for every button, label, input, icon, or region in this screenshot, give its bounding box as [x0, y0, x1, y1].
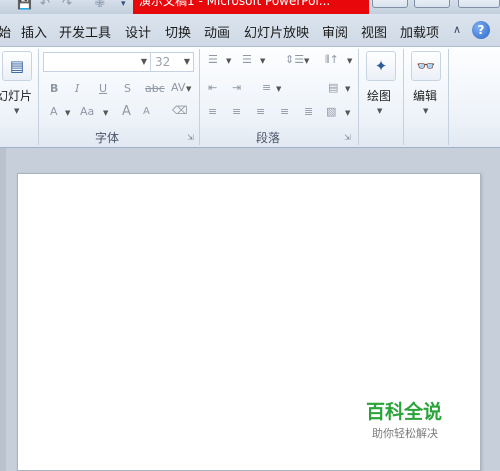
customize-qat-icon[interactable]: ▾ [121, 0, 126, 9]
chevron-down-icon[interactable]: ▼ [186, 85, 191, 93]
distributed-icon[interactable]: ≣ [304, 105, 313, 118]
character-spacing-button[interactable]: AV [171, 81, 185, 94]
editing-label[interactable]: 编辑 [413, 87, 437, 104]
clear-formatting-icon[interactable]: ⌫ [172, 104, 188, 117]
save-icon[interactable]: 💾 [17, 0, 32, 10]
undo-icon[interactable]: ↶ [40, 0, 50, 10]
smartart-icon[interactable]: ▧ [326, 105, 336, 118]
decrease-indent-icon[interactable]: ⇤ [208, 81, 217, 94]
chevron-down-icon[interactable]: ▼ [345, 85, 350, 93]
justify-icon[interactable]: ≡ [280, 105, 289, 118]
paragraph-dialog-launcher-icon[interactable]: ⇲ [344, 133, 351, 142]
align-text-icon[interactable]: ▤ [328, 81, 338, 94]
group-separator [448, 49, 449, 145]
group-separator [38, 49, 39, 145]
align-center-icon[interactable]: ≡ [232, 105, 241, 118]
italic-button[interactable]: I [75, 82, 79, 95]
watermark-title: 百科全说 [366, 401, 443, 423]
tab-view[interactable]: 视图 [361, 22, 387, 41]
tab-slide-show[interactable]: 幻灯片放映 [244, 22, 309, 41]
underline-button[interactable]: U [99, 82, 107, 95]
drawing-label[interactable]: 绘图 [367, 87, 391, 104]
repeat-icon[interactable]: ✙ [95, 0, 105, 10]
font-size-combo[interactable]: 32 ▼ [150, 52, 194, 72]
minimize-ribbon-icon[interactable]: ∧ [453, 23, 461, 36]
chevron-down-icon[interactable]: ▼ [276, 85, 281, 93]
watermark-subtitle: 助你轻松解决 [372, 427, 438, 440]
chevron-down-icon[interactable]: ▼ [226, 57, 231, 65]
font-name-combo[interactable]: ▼ [43, 52, 151, 72]
window-title: 演示文稿1 - Microsoft PowerPoi... [133, 0, 369, 14]
chevron-down-icon[interactable]: ▼ [260, 57, 265, 65]
chevron-down-icon[interactable]: ▼ [304, 57, 309, 65]
tab-animations[interactable]: 动画 [204, 22, 230, 41]
align-right-icon[interactable]: ≡ [256, 105, 265, 118]
ribbon: ▤ 幻灯片 ▼ ▼ 32 ▼ B I U S abc AV ▼ A ▼ Aa ▼… [0, 47, 500, 148]
tab-developer[interactable]: 开发工具 [59, 22, 111, 41]
columns-icon[interactable]: ≡ [262, 81, 271, 94]
ribbon-tabs: 始 插入 开发工具 设计 切换 动画 幻灯片放映 审阅 视图 加载项 ∧ ? [0, 14, 500, 47]
left-pane-edge[interactable] [0, 148, 6, 471]
tab-insert[interactable]: 插入 [21, 22, 47, 41]
shrink-font-button[interactable]: A [143, 106, 150, 117]
chevron-down-icon[interactable]: ▼ [423, 107, 428, 115]
tab-transitions[interactable]: 切换 [165, 22, 191, 41]
paragraph-group-label: 段落 [256, 131, 281, 145]
help-icon[interactable]: ? [472, 21, 490, 39]
text-shadow-button[interactable]: S [124, 82, 131, 95]
chevron-down-icon[interactable]: ▼ [347, 57, 352, 65]
close-button[interactable] [458, 0, 500, 8]
tab-addins[interactable]: 加载项 [400, 22, 439, 41]
font-group-label: 字体 [95, 131, 120, 145]
shapes-icon[interactable]: ✦ [366, 51, 396, 81]
tab-design[interactable]: 设计 [125, 22, 151, 41]
new-slide-icon[interactable]: ▤ [2, 51, 32, 81]
font-dialog-launcher-icon[interactable]: ⇲ [187, 133, 194, 142]
find-binoculars-icon[interactable]: 👓 [411, 51, 441, 81]
redo-icon[interactable]: ↷ [62, 0, 72, 10]
tab-review[interactable]: 审阅 [322, 22, 348, 41]
change-case-button[interactable]: Aa [80, 105, 94, 118]
group-separator [403, 49, 404, 145]
new-slide-label[interactable]: 幻灯片 [0, 87, 32, 104]
group-separator [199, 49, 200, 145]
increase-indent-icon[interactable]: ⇥ [232, 81, 241, 94]
chevron-down-icon: ▼ [183, 57, 190, 66]
grow-font-button[interactable]: A [122, 104, 131, 119]
bold-button[interactable]: B [50, 82, 58, 95]
title-bar: 💾 ↶ ↷ ✙ ▾ 演示文稿1 - Microsoft PowerPoi... [0, 0, 500, 14]
new-slide-caret-icon[interactable]: ▼ [14, 107, 19, 115]
font-color-button[interactable]: A [50, 105, 58, 118]
line-spacing-icon[interactable]: ⇕☰ [285, 53, 304, 66]
chevron-down-icon: ▼ [140, 57, 147, 66]
chevron-down-icon[interactable]: ▼ [103, 109, 108, 117]
align-left-icon[interactable]: ≡ [208, 105, 217, 118]
tab-home[interactable]: 始 [0, 22, 11, 41]
strikethrough-button[interactable]: abc [145, 82, 165, 95]
bullets-icon[interactable]: ☰ [208, 53, 218, 66]
chevron-down-icon[interactable]: ▼ [377, 107, 382, 115]
group-separator [358, 49, 359, 145]
maximize-button[interactable] [414, 0, 450, 8]
minimize-button[interactable] [372, 0, 408, 8]
numbering-icon[interactable]: ☰ [242, 53, 252, 66]
chevron-down-icon[interactable]: ▼ [65, 109, 70, 117]
chevron-down-icon[interactable]: ▼ [345, 109, 350, 117]
text-direction-icon[interactable]: ⫴↑ [325, 53, 339, 67]
